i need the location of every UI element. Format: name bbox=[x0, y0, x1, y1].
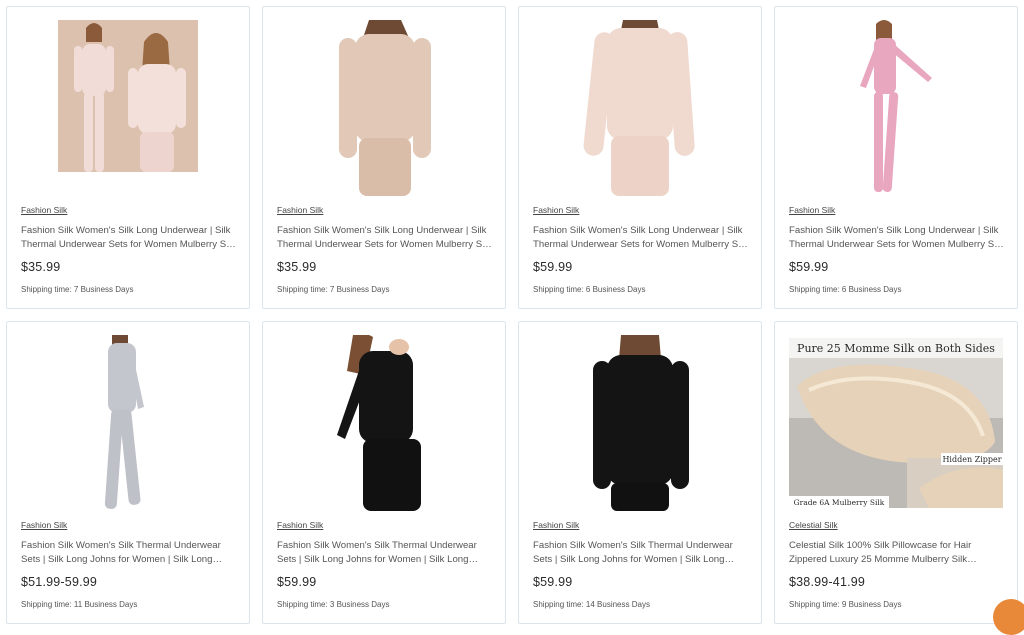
product-title[interactable]: Fashion Silk Women's Silk Long Underwear… bbox=[533, 224, 748, 251]
product-image[interactable]: Pure 25 Momme Silk on Both Sides Hidden … bbox=[789, 335, 1003, 511]
product-price: $35.99 bbox=[21, 260, 61, 274]
shipping-time: Shipping time: 6 Business Days bbox=[533, 285, 646, 294]
image-grade-label: Grade 6A Mulberry Silk bbox=[794, 498, 885, 507]
product-card[interactable]: Fashion Silk Fashion Silk Women's Silk L… bbox=[518, 6, 762, 309]
brand-link[interactable]: Fashion Silk bbox=[533, 520, 579, 530]
product-title[interactable]: Celestial Silk 100% Silk Pillowcase for … bbox=[789, 539, 1004, 566]
brand-link[interactable]: Fashion Silk bbox=[277, 205, 323, 215]
product-title[interactable]: Fashion Silk Women's Silk Long Underwear… bbox=[277, 224, 492, 251]
product-image[interactable] bbox=[533, 335, 747, 511]
product-image[interactable] bbox=[21, 335, 235, 511]
brand-link[interactable]: Celestial Silk bbox=[789, 520, 838, 530]
product-price: $35.99 bbox=[277, 260, 317, 274]
image-zipper-label: Hidden Zipper bbox=[942, 455, 1001, 464]
brand-link[interactable]: Fashion Silk bbox=[789, 205, 835, 215]
shipping-time: Shipping time: 11 Business Days bbox=[21, 600, 138, 609]
product-grid: Fashion Silk Fashion Silk Women's Silk L… bbox=[6, 6, 1024, 635]
brand-link[interactable]: Fashion Silk bbox=[533, 205, 579, 215]
brand-link[interactable]: Fashion Silk bbox=[21, 520, 67, 530]
product-title[interactable]: Fashion Silk Women's Silk Thermal Underw… bbox=[21, 539, 236, 566]
product-card[interactable]: Fashion Silk Fashion Silk Women's Silk L… bbox=[6, 6, 250, 309]
shipping-time: Shipping time: 14 Business Days bbox=[533, 600, 650, 609]
product-image[interactable] bbox=[789, 20, 1003, 196]
product-card[interactable]: Fashion Silk Fashion Silk Women's Silk T… bbox=[6, 321, 250, 624]
shipping-time: Shipping time: 7 Business Days bbox=[277, 285, 390, 294]
product-image[interactable] bbox=[277, 20, 491, 196]
product-image[interactable] bbox=[21, 20, 235, 196]
shipping-time: Shipping time: 3 Business Days bbox=[277, 600, 390, 609]
product-price: $59.99 bbox=[277, 575, 317, 589]
product-title[interactable]: Fashion Silk Women's Silk Long Underwear… bbox=[21, 224, 236, 251]
shipping-time: Shipping time: 9 Business Days bbox=[789, 600, 902, 609]
product-title[interactable]: Fashion Silk Women's Silk Long Underwear… bbox=[789, 224, 1004, 251]
product-card[interactable]: Fashion Silk Fashion Silk Women's Silk T… bbox=[262, 321, 506, 624]
product-price: $59.99 bbox=[533, 260, 573, 274]
shipping-time: Shipping time: 7 Business Days bbox=[21, 285, 134, 294]
product-title[interactable]: Fashion Silk Women's Silk Thermal Underw… bbox=[277, 539, 492, 566]
product-card[interactable]: Pure 25 Momme Silk on Both Sides Hidden … bbox=[774, 321, 1024, 635]
product-card[interactable]: Fashion Silk Fashion Silk Women's Silk L… bbox=[774, 6, 1018, 309]
product-price: $51.99-59.99 bbox=[21, 575, 98, 589]
product-card[interactable]: Fashion Silk Fashion Silk Women's Silk L… bbox=[262, 6, 506, 309]
product-price: $59.99 bbox=[533, 575, 573, 589]
product-price: $38.99-41.99 bbox=[789, 575, 866, 589]
product-title[interactable]: Fashion Silk Women's Silk Thermal Underw… bbox=[533, 539, 748, 566]
image-headline: Pure 25 Momme Silk on Both Sides bbox=[797, 342, 995, 355]
product-image[interactable] bbox=[277, 335, 491, 511]
product-image[interactable] bbox=[533, 20, 747, 196]
brand-link[interactable]: Fashion Silk bbox=[21, 205, 67, 215]
product-card[interactable]: Fashion Silk Fashion Silk Women's Silk T… bbox=[518, 321, 762, 624]
brand-link[interactable]: Fashion Silk bbox=[277, 520, 323, 530]
product-price: $59.99 bbox=[789, 260, 829, 274]
shipping-time: Shipping time: 6 Business Days bbox=[789, 285, 902, 294]
